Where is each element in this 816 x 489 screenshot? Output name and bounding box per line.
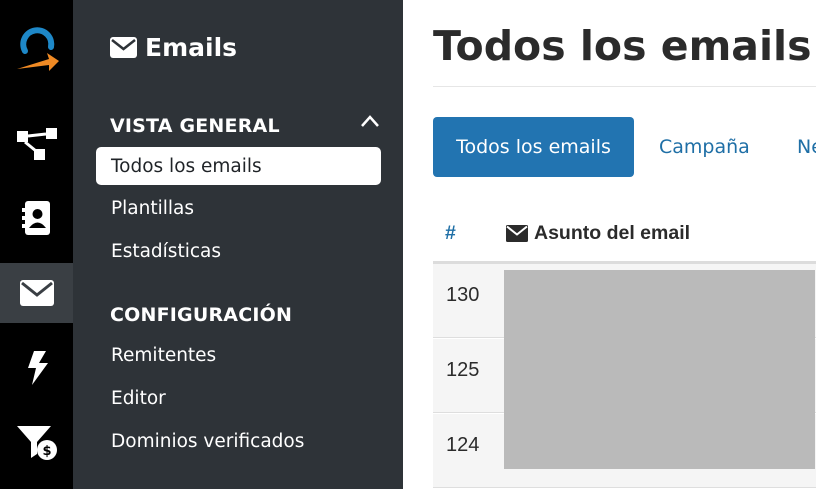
svg-text:$: $ — [42, 444, 51, 459]
tab-overflow[interactable]: Ne — [797, 117, 816, 177]
sidebar-item-editor[interactable]: Editor — [96, 379, 381, 417]
sidebar-title-label: Emails — [145, 33, 238, 62]
column-header-id[interactable]: # — [445, 222, 456, 245]
row-id: 125 — [446, 359, 480, 381]
row-id: 130 — [446, 284, 480, 306]
sidebar-item-plantillas[interactable]: Plantillas — [96, 189, 381, 227]
emails-sidebar: Emails VISTA GENERAL Todos los emails Pl… — [73, 0, 403, 489]
redacted-subjects — [504, 270, 815, 469]
section-vista-general: VISTA GENERAL — [110, 115, 280, 137]
sidebar-item-remitentes[interactable]: Remitentes — [96, 336, 381, 374]
lightning-icon[interactable] — [0, 338, 73, 398]
sidebar-item-estadisticas[interactable]: Estadísticas — [96, 232, 381, 270]
envelope-icon — [506, 225, 528, 242]
column-header-subject[interactable]: Asunto del email — [506, 222, 690, 245]
envelope-icon — [19, 280, 54, 306]
contacts-icon[interactable] — [0, 188, 73, 248]
tab-campana[interactable]: Campaña — [659, 117, 750, 177]
column-header-subject-label: Asunto del email — [534, 222, 691, 244]
envelope-icon — [110, 37, 137, 58]
workflow-icon[interactable] — [0, 113, 73, 173]
main-content: Todos los emails Todos los emails Campañ… — [403, 0, 816, 489]
sidebar-title: Emails — [110, 33, 237, 62]
funnel-dollar-icon[interactable]: $ — [0, 412, 73, 472]
logo-icon[interactable] — [0, 17, 73, 77]
sidebar-item-dominios-verificados[interactable]: Dominios verificados — [96, 422, 381, 460]
chevron-up-icon[interactable] — [360, 114, 380, 128]
section-configuracion: CONFIGURACIÓN — [110, 304, 293, 326]
emails-nav-item[interactable] — [0, 263, 73, 323]
sidebar-item-todos-los-emails[interactable]: Todos los emails — [96, 147, 381, 185]
divider — [433, 86, 816, 87]
row-id: 124 — [446, 434, 480, 456]
tab-todos-los-emails[interactable]: Todos los emails — [433, 117, 634, 177]
icon-rail: $ — [0, 0, 73, 489]
page-title: Todos los emails — [433, 22, 812, 70]
